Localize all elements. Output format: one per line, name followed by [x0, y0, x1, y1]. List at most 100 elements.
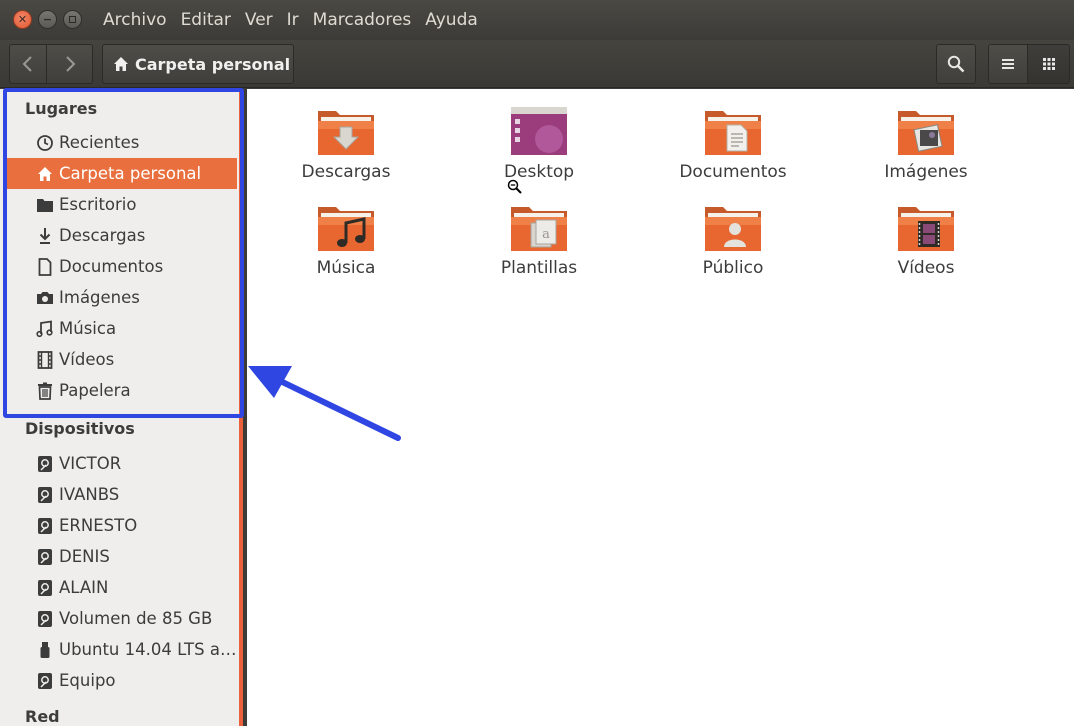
folder-picture-icon [896, 105, 956, 157]
sidebar-section-devices: Dispositivos [25, 419, 135, 438]
sidebar-item-label: DENIS [59, 547, 110, 566]
sidebar-item-label: Vídeos [59, 350, 115, 369]
menu-editar[interactable]: Editar [181, 10, 231, 30]
folder-item[interactable]: Vídeos [846, 201, 1006, 278]
folder-item[interactable]: Desktop [459, 105, 619, 182]
sidebar: Lugares Recientes Carpeta personal Escri… [0, 89, 243, 726]
document-icon [34, 257, 56, 277]
grid-icon [1042, 58, 1055, 70]
sidebar-item-label: Equipo [59, 671, 116, 690]
sidebar-item-escritorio[interactable]: Escritorio [7, 189, 237, 220]
folder-name: Vídeos [897, 258, 955, 278]
sidebar-item-recientes[interactable]: Recientes [7, 127, 237, 158]
folder-name: Documentos [679, 162, 787, 182]
close-window-button[interactable]: ✕ [13, 10, 32, 29]
search-icon [947, 55, 965, 73]
sidebar-item-label: Imágenes [59, 288, 140, 307]
path-bar-home-button[interactable]: Carpeta personal [102, 44, 294, 84]
minimize-window-button[interactable]: − [38, 10, 57, 29]
grid-view-button[interactable] [1028, 44, 1070, 84]
folder-item[interactable]: a Plantillas [459, 201, 619, 278]
menu-ir[interactable]: Ir [287, 10, 299, 30]
sidebar-item-papelera[interactable]: Papelera [7, 375, 237, 406]
drive-icon [34, 547, 56, 567]
drive-icon [34, 609, 56, 629]
trash-icon [34, 381, 56, 401]
sidebar-item-label: ALAIN [59, 578, 109, 597]
sidebar-item-label: IVANBS [59, 485, 120, 504]
maximize-window-button[interactable] [63, 10, 82, 29]
sidebar-item-device[interactable]: ERNESTO [7, 510, 237, 541]
folder-template-icon: a [509, 201, 569, 253]
sidebar-item-label: Música [59, 319, 117, 338]
camera-icon [34, 288, 56, 308]
folder-document-icon [703, 105, 763, 157]
search-button[interactable] [936, 44, 976, 84]
folder-download-icon [316, 105, 376, 157]
sidebar-item-label: Carpeta personal [59, 164, 202, 183]
sidebar-item-descargas[interactable]: Descargas [7, 220, 237, 251]
zoom-out-cursor-icon [507, 179, 522, 194]
sidebar-item-label: Descargas [59, 226, 146, 245]
sidebar-item-label: Documentos [59, 257, 164, 276]
forward-button[interactable] [47, 44, 93, 84]
usb-icon [34, 640, 56, 660]
sidebar-item-device[interactable]: VICTOR [7, 448, 237, 479]
drive-icon [34, 516, 56, 536]
path-label: Carpeta personal [135, 54, 291, 74]
sidebar-item-label: Volumen de 85 GB [59, 609, 213, 628]
film-icon [34, 350, 56, 370]
window-titlebar: ✕ − Archivo Editar Ver Ir Marcadores Ayu… [0, 0, 1074, 40]
drive-icon [34, 454, 56, 474]
folder-item[interactable]: Documentos [653, 105, 813, 182]
sidebar-item-device[interactable]: Ubuntu 14.04 LTS a… [7, 634, 237, 665]
sidebar-item-device[interactable]: IVANBS [7, 479, 237, 510]
chevron-left-icon [22, 56, 32, 72]
folder-music-icon [316, 201, 376, 253]
folder-name: Imágenes [884, 162, 968, 182]
menu-bar: Archivo Editar Ver Ir Marcadores Ayuda [103, 0, 492, 40]
clock-icon [34, 133, 56, 153]
folder-icon [34, 195, 56, 215]
sidebar-item-label: Papelera [59, 381, 131, 400]
sidebar-item-documentos[interactable]: Documentos [7, 251, 237, 282]
menu-ver[interactable]: Ver [245, 10, 273, 30]
menu-marcadores[interactable]: Marcadores [313, 10, 412, 30]
drive-icon [34, 485, 56, 505]
sidebar-item-label: VICTOR [59, 454, 122, 473]
menu-archivo[interactable]: Archivo [103, 10, 167, 30]
folder-name: Público [702, 258, 764, 278]
sidebar-item-label: Recientes [59, 133, 140, 152]
folder-item[interactable]: Descargas [266, 105, 426, 182]
sidebar-item-imagenes[interactable]: Imágenes [7, 282, 237, 313]
toolbar: Carpeta personal [0, 40, 1074, 88]
sidebar-section-network: Red [25, 707, 60, 726]
list-view-button[interactable] [988, 44, 1028, 84]
folder-item[interactable]: Público [653, 201, 813, 278]
chevron-right-icon [65, 56, 75, 72]
sidebar-item-carpeta-personal[interactable]: Carpeta personal [7, 158, 237, 189]
sidebar-item-device[interactable]: ALAIN [7, 572, 237, 603]
back-button[interactable] [9, 44, 47, 84]
sidebar-item-device[interactable]: Volumen de 85 GB [7, 603, 237, 634]
drive-icon [34, 671, 56, 691]
folder-name: Plantillas [500, 258, 578, 278]
folder-name: Desktop [503, 162, 575, 182]
sidebar-item-label: Ubuntu 14.04 LTS a… [59, 640, 237, 659]
folder-name: Descargas [301, 162, 391, 182]
folder-item[interactable]: Música [266, 201, 426, 278]
folder-item[interactable]: Imágenes [846, 105, 1006, 182]
sidebar-item-musica[interactable]: Música [7, 313, 237, 344]
sidebar-item-label: ERNESTO [59, 516, 138, 535]
music-icon [34, 319, 56, 339]
home-icon [114, 57, 128, 71]
menu-ayuda[interactable]: Ayuda [425, 10, 478, 30]
sidebar-item-label: Escritorio [59, 195, 137, 214]
home-icon [34, 164, 56, 184]
desktop-icon [509, 105, 569, 157]
sidebar-section-places: Lugares [25, 99, 98, 118]
sidebar-item-videos[interactable]: Vídeos [7, 344, 237, 375]
sidebar-item-device[interactable]: Equipo [7, 665, 237, 696]
folder-public-icon [703, 201, 763, 253]
sidebar-item-device[interactable]: DENIS [7, 541, 237, 572]
